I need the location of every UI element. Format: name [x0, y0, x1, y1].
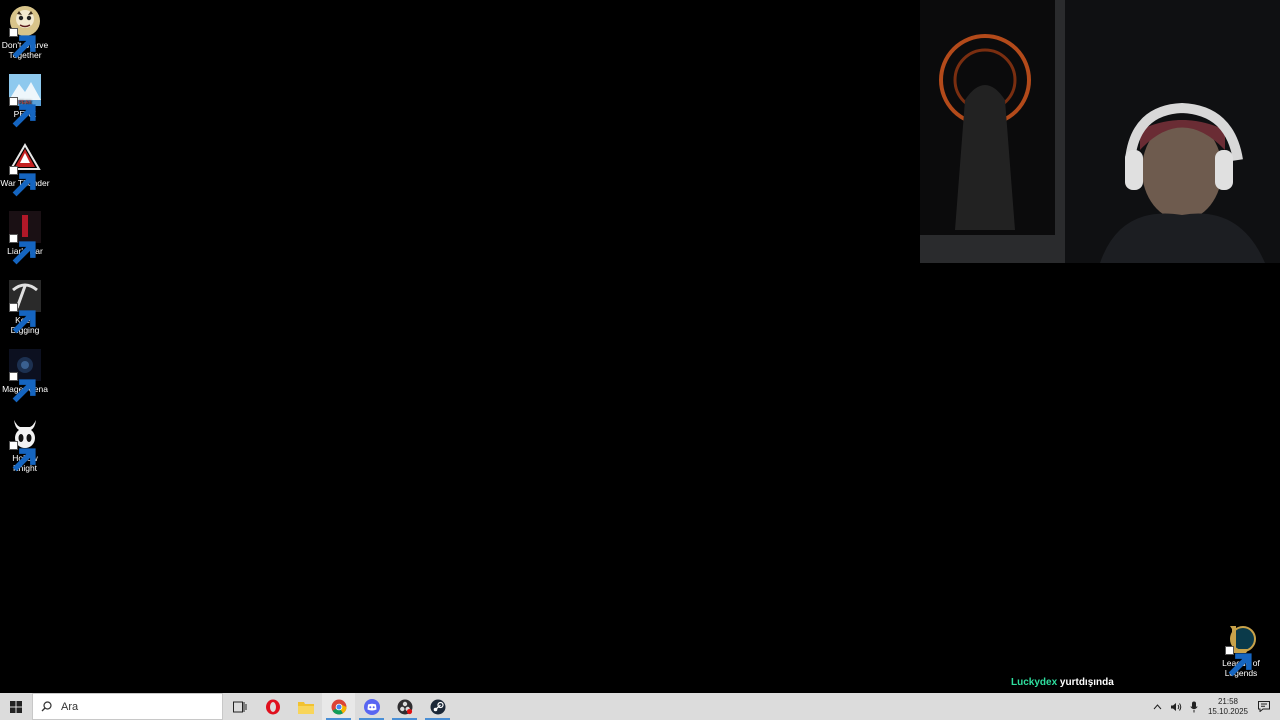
taskbar-file-explorer[interactable] — [289, 693, 322, 720]
taskbar-discord[interactable] — [355, 693, 388, 720]
chrome-icon — [331, 699, 346, 714]
chat-username: Luckydex — [1011, 677, 1058, 688]
show-hidden-icons-button[interactable] — [1149, 693, 1166, 720]
windows-logo-icon — [10, 700, 22, 713]
clock-time: 21:58 — [1217, 696, 1238, 706]
shortcut-arrow-icon — [9, 234, 36, 265]
hollow-knight-icon — [9, 418, 41, 472]
shortcut-arrow-icon — [9, 28, 36, 59]
taskbar-opera[interactable] — [256, 693, 289, 720]
search-icon — [41, 701, 52, 712]
peak-icon: PEAK — [9, 74, 41, 128]
taskbar-obs[interactable] — [388, 693, 421, 720]
desktop-icon-hollow-knight[interactable]: Hollow Knight — [0, 418, 50, 473]
desktop-icon-mage-arena[interactable]: Mage Arena — [0, 349, 50, 403]
chat-message: yurtdışında — [1059, 677, 1114, 688]
shortcut-arrow-icon — [9, 441, 36, 472]
war-thunder-icon — [9, 143, 41, 197]
volume-button[interactable] — [1166, 693, 1186, 720]
desktop-icon-liars-bar[interactable]: Liar's Bar — [0, 211, 50, 265]
system-tray: 21:58 15.10.2025 — [1149, 693, 1280, 720]
desktop-icon-war-thunder[interactable]: War Thunder — [0, 143, 50, 197]
keep-digging-icon — [9, 280, 41, 334]
taskbar-search[interactable]: Ara — [32, 693, 223, 720]
desktop-icon-league-of-legends[interactable]: League of Legends — [1216, 623, 1266, 678]
chevron-up-icon — [1153, 703, 1162, 709]
file-explorer-icon — [297, 701, 314, 714]
microphone-icon — [1190, 701, 1198, 712]
chat-overlay: Luckydex yurtdışında — [1011, 677, 1114, 688]
shortcut-arrow-icon — [9, 303, 36, 334]
dont-starve-together-icon — [9, 5, 41, 59]
taskbar-steam[interactable] — [421, 693, 454, 720]
shortcut-arrow-icon — [1225, 646, 1252, 677]
shortcut-arrow-icon — [9, 97, 36, 128]
opera-icon — [265, 699, 280, 714]
notification-center-button[interactable] — [1254, 693, 1280, 720]
microphone-button[interactable] — [1186, 693, 1202, 720]
steam-icon — [430, 699, 445, 714]
shortcut-arrow-icon — [9, 166, 36, 197]
desktop-icon-keep-digging[interactable]: Keep Digging — [0, 280, 50, 335]
webcam-image — [920, 0, 1280, 263]
webcam-overlay — [920, 0, 1280, 263]
start-button[interactable] — [0, 693, 32, 720]
obs-icon — [397, 699, 412, 714]
speaker-icon — [1170, 702, 1182, 711]
notification-icon — [1258, 701, 1270, 712]
league-of-legends-icon — [1225, 623, 1257, 677]
task-view-icon — [232, 701, 246, 712]
desktop-icon-peak[interactable]: PEAK PEAK — [0, 74, 50, 128]
liars-bar-icon — [9, 211, 41, 265]
task-view-button[interactable] — [223, 693, 256, 720]
discord-icon — [363, 698, 380, 715]
taskbar-chrome[interactable] — [322, 693, 355, 720]
mage-arena-icon — [9, 349, 41, 403]
shortcut-arrow-icon — [9, 372, 36, 403]
desktop-icon-dont-starve-together[interactable]: Don't Starve Together — [0, 5, 50, 60]
taskbar: Ara 21:58 15.10.2025 — [0, 693, 1280, 720]
desktop: Don't Starve Together PEAK PEAK War Thun… — [0, 0, 1280, 693]
taskbar-clock[interactable]: 21:58 15.10.2025 — [1202, 697, 1254, 717]
search-placeholder: Ara — [61, 700, 79, 713]
clock-date: 15.10.2025 — [1207, 706, 1248, 716]
